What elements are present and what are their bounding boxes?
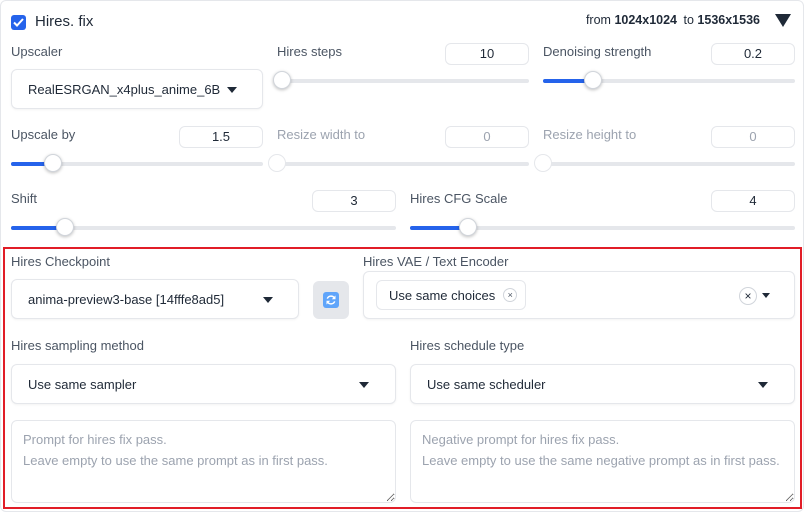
- from-label: from: [585, 13, 611, 27]
- resolution-info: from 1024x1024 to 1536x1536: [586, 13, 760, 27]
- upscale-by-input[interactable]: 1.5: [179, 126, 263, 148]
- shift-label: Shift: [11, 191, 38, 206]
- vae-label: Hires VAE / Text Encoder: [363, 254, 509, 269]
- vae-chip-label: Use same choices: [389, 287, 496, 303]
- resize-width-input[interactable]: 0: [445, 126, 529, 148]
- hires-steps-label: Hires steps: [277, 44, 343, 59]
- upscaler-value: RealESRGAN_x4plus_anime_6B: [28, 82, 221, 97]
- scheduler-label: Hires schedule type: [410, 338, 525, 353]
- checkpoint-label: Hires Checkpoint: [11, 254, 110, 269]
- upscale-by-slider[interactable]: [11, 154, 263, 172]
- refresh-icon: [323, 292, 339, 308]
- scheduler-dropdown[interactable]: Use same scheduler: [410, 364, 795, 404]
- denoising-slider[interactable]: [543, 71, 795, 89]
- from-resolution: 1024x1024: [614, 13, 678, 27]
- denoising-label: Denoising strength: [543, 44, 652, 59]
- hires-prompt-textarea[interactable]: [11, 420, 396, 503]
- hires-steps-input[interactable]: 10: [445, 43, 529, 65]
- hires-negative-prompt-textarea[interactable]: [410, 420, 795, 503]
- sampler-dropdown[interactable]: Use same sampler: [11, 364, 396, 404]
- check-icon: [13, 18, 24, 27]
- slider-thumb[interactable]: [268, 154, 286, 172]
- chevron-down-icon[interactable]: [762, 293, 770, 298]
- checkpoint-dropdown[interactable]: anima-preview3-base [14fffe8ad5]: [11, 279, 299, 319]
- slider-thumb[interactable]: [534, 154, 552, 172]
- slider-thumb[interactable]: [55, 218, 74, 236]
- chevron-down-icon: [758, 382, 768, 388]
- upscaler-dropdown[interactable]: RealESRGAN_x4plus_anime_6B: [11, 69, 263, 109]
- resize-width-label: Resize width to: [277, 127, 366, 142]
- shift-slider[interactable]: [11, 218, 396, 236]
- upscaler-label: Upscaler: [11, 44, 63, 59]
- sampler-value: Use same sampler: [28, 377, 137, 392]
- vae-multiselect[interactable]: Use same choices × ×: [363, 271, 795, 319]
- cfg-input[interactable]: 4: [711, 190, 795, 212]
- cfg-label: Hires CFG Scale: [410, 191, 508, 206]
- sampler-label: Hires sampling method: [11, 338, 144, 353]
- to-resolution: 1536x1536: [697, 13, 760, 27]
- resize-height-label: Resize height to: [543, 127, 637, 142]
- slider-thumb[interactable]: [458, 218, 477, 236]
- chevron-down-icon: [227, 87, 237, 93]
- slider-thumb[interactable]: [273, 71, 292, 89]
- shift-input[interactable]: 3: [312, 190, 396, 212]
- cfg-slider[interactable]: [410, 218, 795, 236]
- chevron-down-icon: [359, 382, 369, 388]
- vae-chip: Use same choices ×: [376, 280, 527, 310]
- to-label: to: [683, 13, 694, 27]
- hires-fix-checkbox[interactable]: [11, 15, 26, 30]
- clear-icon[interactable]: ×: [739, 287, 757, 305]
- triangle-down-icon[interactable]: [775, 14, 791, 27]
- slider-thumb[interactable]: [44, 154, 63, 172]
- checkpoint-value: anima-preview3-base [14fffe8ad5]: [28, 292, 225, 307]
- upscale-by-label: Upscale by: [11, 127, 76, 142]
- resize-width-slider[interactable]: [268, 154, 529, 172]
- resize-height-slider[interactable]: [534, 154, 795, 172]
- hires-steps-slider[interactable]: [273, 71, 529, 89]
- denoising-input[interactable]: 0.2: [711, 43, 795, 65]
- resize-height-input[interactable]: 0: [711, 126, 795, 148]
- hires-fix-title: Hires. fix: [35, 13, 94, 30]
- chip-remove-icon[interactable]: ×: [503, 288, 518, 302]
- refresh-button[interactable]: [313, 281, 349, 319]
- chevron-down-icon: [263, 297, 273, 303]
- scheduler-value: Use same scheduler: [427, 377, 546, 392]
